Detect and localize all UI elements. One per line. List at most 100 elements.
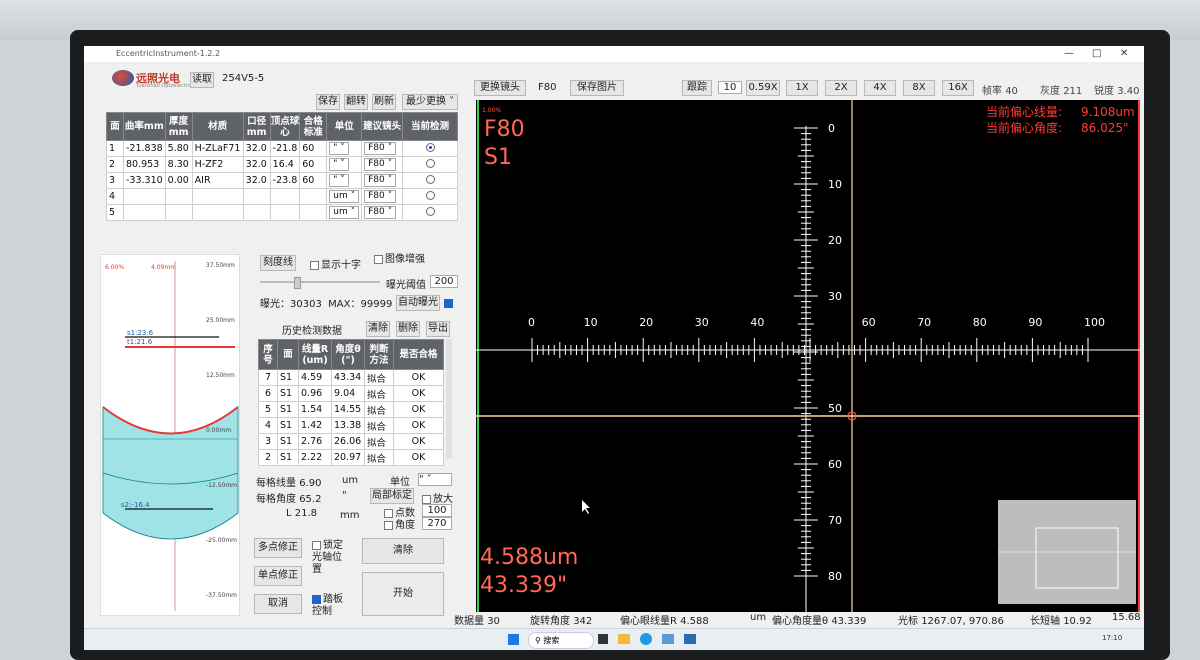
- diameter-cell[interactable]: 32.0: [242, 140, 271, 157]
- refresh-button[interactable]: 刷新: [372, 94, 396, 110]
- face-cell[interactable]: 4: [106, 188, 124, 205]
- track-input[interactable]: 10: [718, 81, 742, 94]
- face-cell[interactable]: 3: [106, 172, 124, 189]
- face-cell[interactable]: 2: [106, 156, 124, 173]
- exposure-slider[interactable]: [260, 277, 380, 289]
- unit-cell-select[interactable]: " ˅: [329, 158, 349, 171]
- flip-button[interactable]: 翻转: [344, 94, 368, 110]
- curvature-cell[interactable]: -21.838: [123, 140, 166, 157]
- current-cell[interactable]: [402, 156, 458, 173]
- angle-checkbox[interactable]: 角度: [384, 516, 415, 531]
- lens-cell[interactable]: F80 ˅: [361, 204, 404, 221]
- lens-cell[interactable]: F80 ˅: [361, 172, 404, 189]
- unit-cell[interactable]: " ˅: [326, 172, 363, 189]
- local-calib-button[interactable]: 局部标定: [370, 488, 414, 504]
- curvature-cell[interactable]: -33.310: [123, 172, 166, 189]
- current-cell[interactable]: [402, 188, 458, 205]
- read-button[interactable]: 读取: [190, 72, 214, 88]
- diameter-cell[interactable]: 32.0: [242, 156, 271, 173]
- thickness-cell[interactable]: 5.80: [164, 140, 193, 157]
- lens-row[interactable]: 4 um ˅ F80 ˅: [106, 188, 458, 205]
- app-icon[interactable]: [684, 634, 696, 644]
- standard-cell[interactable]: 60: [299, 156, 328, 173]
- history-scrollbar[interactable]: [446, 339, 452, 459]
- diameter-cell[interactable]: [242, 204, 271, 221]
- unit-cell[interactable]: um ˅: [326, 188, 363, 205]
- angle-input[interactable]: 270: [422, 517, 452, 530]
- history-row[interactable]: 7 S1 4.59 43.34 拟合 OK: [258, 369, 444, 386]
- reticle-button[interactable]: 刻度线: [260, 255, 296, 271]
- enhance-checkbox[interactable]: 图像增强: [374, 250, 425, 265]
- diameter-cell[interactable]: 32.0: [242, 172, 271, 189]
- exposure-threshold-input[interactable]: 200: [430, 275, 458, 288]
- thickness-cell[interactable]: 8.30: [164, 156, 193, 173]
- multi-fix-button[interactable]: 多点修正: [254, 538, 302, 558]
- clear-button[interactable]: 清除: [362, 538, 444, 564]
- apex-cell[interactable]: -21.8: [269, 140, 301, 157]
- apex-cell[interactable]: [269, 188, 301, 205]
- min-change-select[interactable]: 最少更换 ˅: [402, 94, 458, 110]
- mag-button-4x[interactable]: 4X: [864, 80, 896, 96]
- lens-row[interactable]: 2 80.953 8.30 H-ZF2 32.0 16.4 60 " ˅ F80 ˅: [106, 156, 458, 173]
- thickness-cell[interactable]: [164, 204, 193, 221]
- history-row[interactable]: 2 S1 2.22 20.97 拟合 OK: [258, 449, 444, 466]
- history-delete-button[interactable]: 删除: [396, 321, 420, 337]
- lens-cell[interactable]: F80 ˅: [361, 140, 404, 157]
- unit-cell[interactable]: um ˅: [326, 204, 363, 221]
- thickness-cell[interactable]: [164, 188, 193, 205]
- material-cell[interactable]: H-ZLaF71: [191, 140, 244, 157]
- current-radio[interactable]: [425, 174, 435, 184]
- pedal-checkbox[interactable]: 踏板控制: [312, 594, 348, 618]
- curvature-cell[interactable]: [123, 188, 166, 205]
- unit-cell-select[interactable]: um ˅: [329, 206, 360, 219]
- lens-cell-select[interactable]: F80 ˅: [364, 190, 397, 203]
- apex-cell[interactable]: 16.4: [269, 156, 301, 173]
- track-button[interactable]: 跟踪: [682, 80, 712, 96]
- current-cell[interactable]: [402, 140, 458, 157]
- unit-cell-select[interactable]: um ˅: [329, 190, 360, 203]
- mag-button-16x[interactable]: 16X: [942, 80, 974, 96]
- standard-cell[interactable]: 60: [299, 140, 328, 157]
- save-image-button[interactable]: 保存图片: [570, 80, 624, 96]
- single-fix-button[interactable]: 单点修正: [254, 566, 302, 586]
- current-radio[interactable]: [425, 206, 435, 216]
- standard-cell[interactable]: [299, 188, 328, 205]
- zoom-box[interactable]: [422, 494, 431, 504]
- store-icon[interactable]: [662, 634, 674, 644]
- camera-viewer[interactable]: 0 10 20 30 40 60 70 80 90 100 0 10 20 30 50 60 70 80 1.0…: [476, 100, 1140, 612]
- diameter-cell[interactable]: [242, 188, 271, 205]
- lock-axis-checkbox[interactable]: 锁定光轴位置: [312, 540, 348, 576]
- unit-cell[interactable]: " ˅: [326, 140, 363, 157]
- start-button[interactable]: 开始: [362, 572, 444, 616]
- cancel-button[interactable]: 取消: [254, 594, 302, 614]
- show-cross-checkbox[interactable]: 显示十字: [310, 256, 361, 271]
- history-row[interactable]: 4 S1 1.42 13.38 拟合 OK: [258, 417, 444, 434]
- enhance-box[interactable]: [374, 254, 383, 264]
- auto-exposure-check[interactable]: [444, 299, 453, 308]
- lens-cell-select[interactable]: F80 ˅: [364, 158, 397, 171]
- curvature-cell[interactable]: 80.953: [123, 156, 166, 173]
- file-explorer-icon[interactable]: [618, 634, 630, 644]
- maximize-icon[interactable]: □: [1092, 48, 1101, 59]
- unit-cell-select[interactable]: " ˅: [329, 142, 349, 155]
- lens-cell-select[interactable]: F80 ˅: [364, 142, 397, 155]
- mag-button-2x[interactable]: 2X: [825, 80, 857, 96]
- current-radio[interactable]: [425, 158, 435, 168]
- current-cell[interactable]: [402, 204, 458, 221]
- task-view-icon[interactable]: [598, 634, 608, 644]
- pedal-box[interactable]: [312, 594, 321, 604]
- taskbar-search[interactable]: ⚲ 搜索: [528, 632, 594, 649]
- standard-cell[interactable]: 60: [299, 172, 328, 189]
- lens-cell[interactable]: F80 ˅: [361, 188, 404, 205]
- mag-main-button[interactable]: 0.59X: [746, 80, 780, 96]
- history-clear-button[interactable]: 清除: [366, 321, 390, 337]
- material-cell[interactable]: [191, 204, 244, 221]
- apex-cell[interactable]: [269, 204, 301, 221]
- face-cell[interactable]: 5: [106, 204, 124, 221]
- save-button[interactable]: 保存: [316, 94, 340, 110]
- minimize-icon[interactable]: —: [1064, 48, 1074, 59]
- exposure-slider-thumb[interactable]: [294, 277, 301, 289]
- zoom-checkbox[interactable]: 放大: [422, 490, 453, 505]
- history-row[interactable]: 3 S1 2.76 26.06 拟合 OK: [258, 433, 444, 450]
- history-export-button[interactable]: 导出: [426, 321, 450, 337]
